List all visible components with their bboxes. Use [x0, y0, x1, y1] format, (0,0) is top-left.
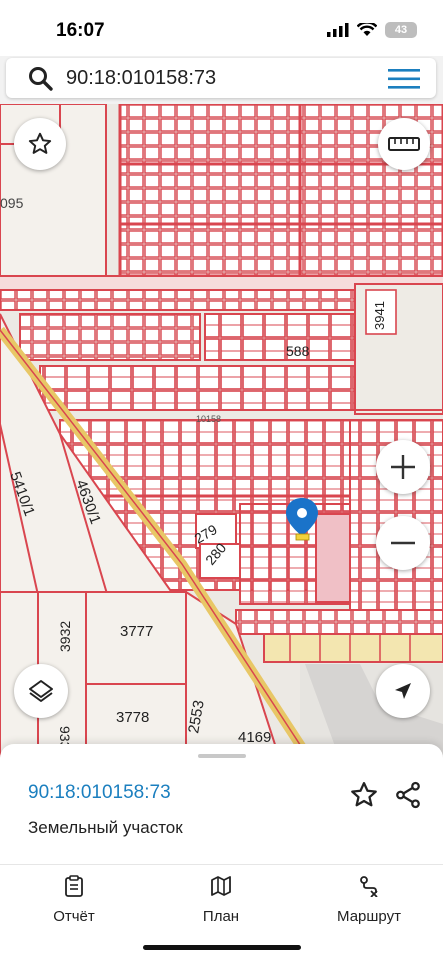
tab-route[interactable]: Маршрут — [309, 875, 429, 925]
status-icons: 43 — [327, 22, 417, 38]
zoom-in-button[interactable] — [376, 440, 430, 494]
report-icon — [65, 875, 83, 897]
battery-indicator: 43 — [385, 22, 417, 38]
minus-icon — [391, 541, 415, 545]
star-icon[interactable] — [349, 780, 379, 810]
map-label: 095 — [0, 195, 24, 211]
map-label: 3778 — [116, 709, 149, 726]
tab-report[interactable]: Отчёт — [14, 875, 134, 925]
map-label: 3777 — [120, 623, 153, 640]
home-indicator[interactable] — [143, 945, 301, 950]
tab-route-label: Маршрут — [337, 908, 401, 925]
map-label: 3941 — [372, 301, 387, 330]
zoom-out-button[interactable] — [376, 516, 430, 570]
layers-button[interactable] — [14, 664, 68, 718]
sheet-handle[interactable] — [198, 754, 246, 758]
ruler-icon — [388, 137, 420, 151]
search-icon[interactable] — [28, 66, 54, 92]
status-bar: 16:07 43 — [0, 0, 443, 56]
tab-plan-label: План — [202, 908, 240, 925]
cadastral-number[interactable]: 90:18:010158:73 — [28, 782, 171, 804]
plus-icon — [391, 455, 415, 479]
wifi-icon — [357, 23, 377, 36]
parcel-type: Земельный участок — [28, 818, 183, 837]
favorite-map-button[interactable] — [14, 118, 66, 170]
cadastral-map[interactable]: 095 3941 588 10158 5410/1 4630/1 279 280… — [0, 104, 443, 760]
menu-icon[interactable] — [388, 68, 420, 90]
my-location-button[interactable] — [376, 664, 430, 718]
map-plan-icon — [211, 876, 231, 896]
ruler-button[interactable] — [378, 118, 430, 170]
search-bar[interactable]: 90:18:010158:73 — [6, 58, 436, 98]
tab-report-label: Отчёт — [53, 908, 95, 925]
map-label: 588 — [286, 343, 310, 359]
parcel-info-sheet[interactable]: 90:18:010158:73 Земельный участок — [0, 744, 443, 864]
layers-icon — [29, 680, 53, 702]
share-icon[interactable] — [393, 780, 423, 810]
star-icon — [28, 132, 52, 154]
navigation-arrow-icon — [395, 683, 411, 699]
route-icon — [360, 876, 378, 898]
tab-plan[interactable]: План — [161, 875, 281, 925]
map-label: 10158 — [196, 414, 221, 424]
map-label: 3932 — [57, 621, 73, 652]
map-canvas[interactable]: 095 3941 588 10158 5410/1 4630/1 279 280… — [0, 104, 443, 760]
signal-icon — [327, 23, 349, 37]
search-input[interactable]: 90:18:010158:73 — [66, 67, 216, 90]
status-time: 16:07 — [56, 20, 105, 41]
